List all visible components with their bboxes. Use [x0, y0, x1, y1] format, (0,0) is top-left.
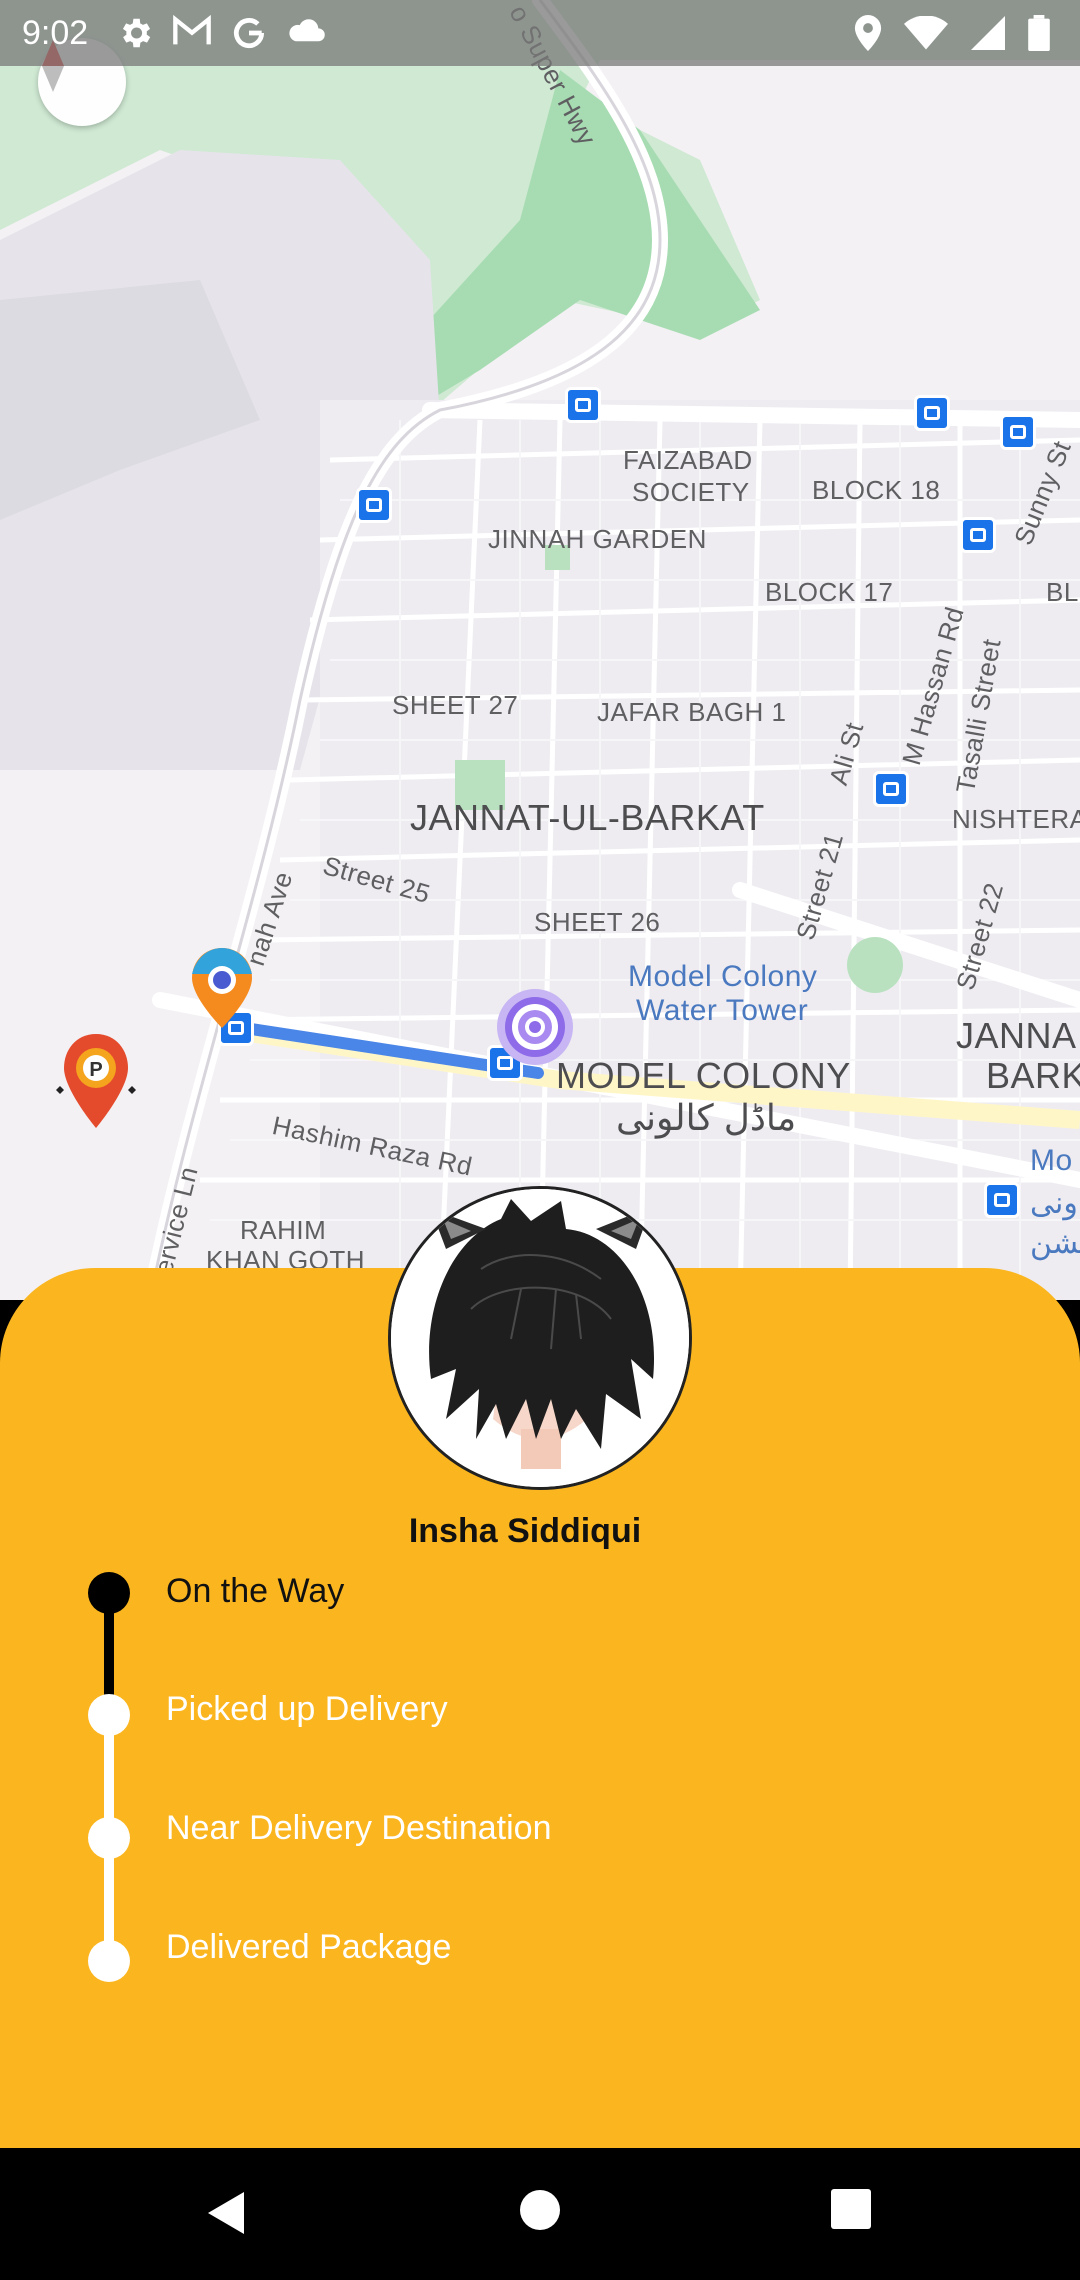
bus-stop-icon[interactable]	[1000, 414, 1036, 450]
step-label: Near Delivery Destination	[166, 1809, 552, 1847]
landmark-label[interactable]: Model Colony	[628, 960, 817, 994]
driver-avatar[interactable]	[388, 1186, 692, 1490]
bus-stop-icon[interactable]	[565, 387, 601, 423]
area-label: NISHTERA	[952, 804, 1080, 834]
status-time: 9:02	[22, 13, 89, 52]
navigation-bar	[0, 2148, 1080, 2280]
landmark-label[interactable]: Mo	[1030, 1144, 1073, 1178]
parking-marker-icon[interactable]: P	[54, 1030, 138, 1132]
recents-icon[interactable]	[830, 2188, 872, 2230]
step-label: Picked up Delivery	[166, 1690, 448, 1728]
step-indicator	[88, 1694, 130, 1736]
map-view[interactable]: o Super Hwy FAIZABAD SOCIETY BLOCK 18 JI…	[0, 0, 1080, 1300]
area-label: SHEET 27	[392, 690, 519, 720]
location-icon	[854, 15, 882, 51]
status-bar: 9:02	[0, 0, 1080, 66]
google-icon	[234, 18, 265, 49]
area-label: RAHIM	[240, 1215, 327, 1245]
svg-text:P: P	[89, 1059, 102, 1081]
bus-stop-icon[interactable]	[984, 1182, 1020, 1218]
battery-icon	[1028, 15, 1050, 51]
landmark-label[interactable]: بشن	[1030, 1226, 1080, 1261]
home-icon[interactable]	[518, 2188, 562, 2232]
step-indicator-active	[88, 1572, 130, 1614]
step-on-the-way: On the Way	[0, 1572, 700, 1632]
area-label: BLOCK 17	[765, 577, 894, 607]
area-label: BARK	[986, 1055, 1080, 1096]
landmark-label[interactable]: Water Tower	[636, 994, 808, 1028]
gmail-icon	[173, 14, 212, 45]
step-picked-up: Picked up Delivery	[0, 1690, 700, 1754]
area-label: BL	[1046, 577, 1079, 607]
area-label: JANNA	[956, 1015, 1077, 1056]
pickup-marker-icon[interactable]	[186, 944, 258, 1034]
area-label: BLOCK 18	[812, 475, 941, 505]
area-label: MODEL COLONY	[556, 1055, 851, 1096]
step-label: On the Way	[166, 1572, 345, 1610]
bus-stop-icon[interactable]	[356, 487, 392, 523]
step-delivered: Delivered Package	[0, 1928, 700, 2000]
bus-stop-icon[interactable]	[914, 395, 950, 431]
step-indicator	[88, 1940, 130, 1982]
gear-icon	[123, 18, 151, 48]
cloud-icon	[289, 19, 325, 42]
current-location-icon[interactable]	[490, 982, 580, 1072]
step-indicator	[88, 1817, 130, 1859]
area-label: JINNAH GARDEN	[488, 524, 707, 554]
bus-stop-icon[interactable]	[960, 517, 996, 553]
wifi-icon	[904, 16, 948, 50]
area-label: JAFAR BAGH 1	[597, 697, 787, 727]
step-label: Delivered Package	[166, 1928, 452, 1966]
area-label: ماڈل کالونی	[616, 1097, 797, 1138]
landmark-label[interactable]: ونی	[1030, 1186, 1078, 1221]
area-label: JANNAT-UL-BARKAT	[410, 797, 765, 838]
area-label: SHEET 26	[534, 907, 661, 937]
signal-icon	[971, 16, 1005, 50]
area-label: SOCIETY	[632, 477, 750, 507]
bus-stop-icon[interactable]	[873, 771, 909, 807]
back-icon[interactable]	[204, 2188, 248, 2238]
step-near-destination: Near Delivery Destination	[0, 1809, 700, 1877]
driver-name: Insha Siddiqui	[408, 1512, 642, 1550]
area-label: FAIZABAD	[623, 445, 753, 475]
map-canvas	[0, 0, 1080, 1300]
avatar-image	[391, 1189, 689, 1487]
